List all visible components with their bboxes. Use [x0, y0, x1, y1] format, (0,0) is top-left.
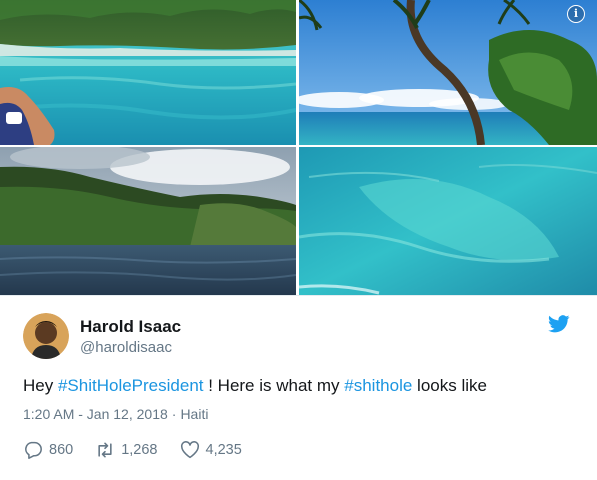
reply-button[interactable]: 860 — [23, 441, 73, 459]
tweet-text-part: Hey — [23, 376, 58, 395]
reply-icon — [25, 441, 42, 459]
like-icon — [180, 441, 199, 459]
hashtag-link[interactable]: #shithole — [344, 376, 412, 395]
like-count: 4,235 — [205, 442, 242, 458]
green-hills-sea-photo[interactable] — [0, 147, 296, 295]
tweet-text: Hey #ShitHolePresident ! Here is what my… — [23, 376, 487, 396]
tweet-card: i Harold Isaac @haroldisaac Hey #ShitHol… — [0, 0, 597, 480]
photo-grid: i — [0, 0, 597, 295]
tweet-text-part: ! Here is what my — [203, 376, 345, 395]
tweet-meta: 1:20 AM - Jan 12, 2018 · Haiti — [23, 406, 208, 422]
palm-tree-ocean-photo[interactable]: i — [299, 0, 597, 145]
meta-separator: · — [171, 406, 177, 422]
turquoise-lagoon-photo[interactable] — [0, 0, 296, 145]
like-button[interactable]: 4,235 — [180, 441, 242, 459]
clear-water-closeup-photo[interactable] — [299, 147, 597, 295]
tweet-text-part: looks like — [412, 376, 487, 395]
tweet-body: Harold Isaac @haroldisaac Hey #ShitHoleP… — [0, 295, 597, 480]
retweet-button[interactable]: 1,268 — [95, 441, 158, 459]
twitter-bird-icon[interactable] — [548, 315, 570, 333]
retweet-icon — [98, 442, 112, 458]
tweet-timestamp[interactable]: 1:20 AM - Jan 12, 2018 — [23, 406, 168, 422]
tweet-actions: 860 1,268 4,235 — [23, 439, 264, 461]
avatar[interactable] — [23, 313, 69, 359]
info-icon[interactable]: i — [567, 5, 585, 23]
display-name[interactable]: Harold Isaac — [80, 317, 181, 337]
hashtag-link[interactable]: #ShitHolePresident — [58, 376, 204, 395]
user-handle[interactable]: @haroldisaac — [80, 339, 172, 356]
retweet-count: 1,268 — [121, 442, 158, 458]
tweet-location[interactable]: Haiti — [180, 406, 208, 422]
reply-count: 860 — [49, 442, 74, 458]
